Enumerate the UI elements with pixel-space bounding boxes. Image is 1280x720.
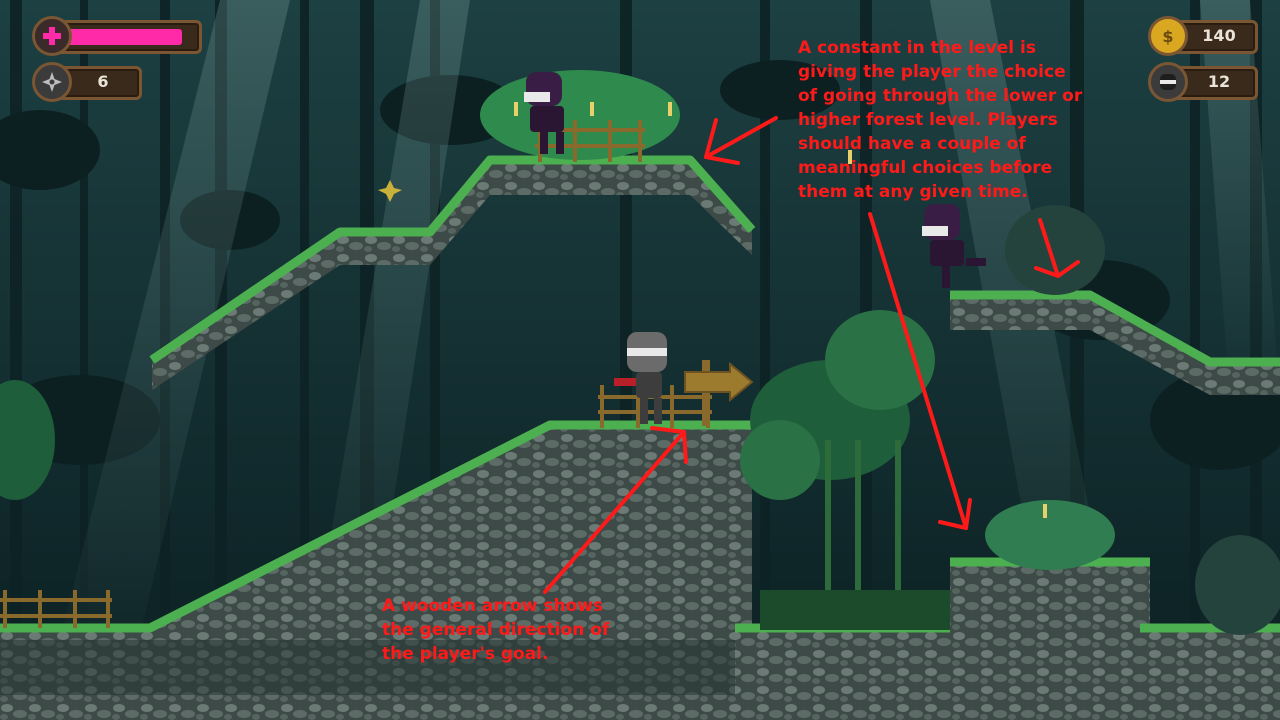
coin-pickup <box>1043 504 1047 518</box>
coin-pickup <box>590 102 594 116</box>
health-bar <box>50 20 202 54</box>
level-choice-annotation: A constant in the level is giving the pl… <box>798 38 1083 202</box>
enemy-kill-count: 12 <box>1207 72 1231 91</box>
health-bar-fill <box>61 29 182 45</box>
health-plus-icon <box>32 16 72 56</box>
shuriken-icon <box>32 62 72 102</box>
wooden-arrow-annotation: A wooden arrow shows the general directi… <box>382 596 610 664</box>
shuriken-count: 6 <box>97 72 109 91</box>
coin-pickup <box>514 102 518 116</box>
coin-pickup <box>668 102 672 116</box>
coin-count: 140 <box>1202 26 1236 45</box>
